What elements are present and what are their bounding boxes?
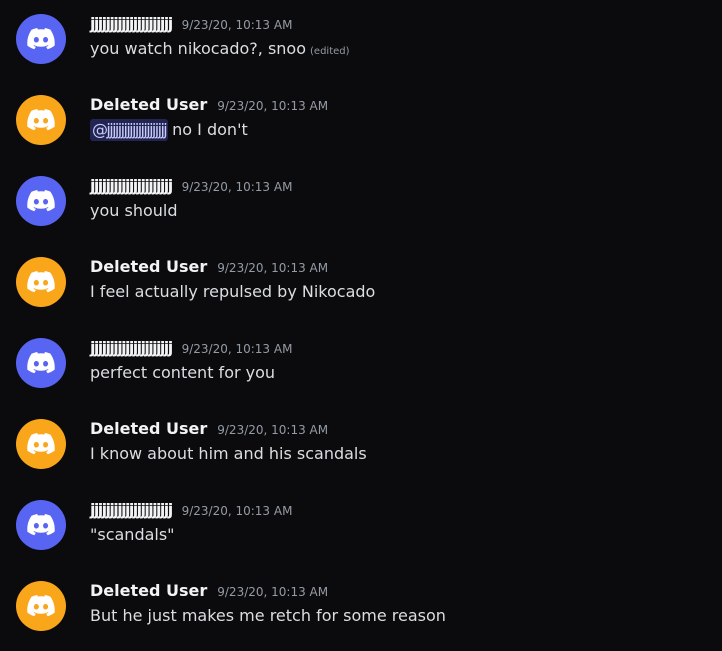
- message-text: I feel actually repulsed by Nikocado: [90, 282, 376, 301]
- message-header: jjjjjjjjjjjjjjjjjjjjj 9/23/20, 10:13 AM: [90, 176, 292, 198]
- message-text: you should: [90, 201, 178, 220]
- user-avatar[interactable]: [16, 581, 66, 631]
- author-name[interactable]: Deleted User: [90, 581, 207, 600]
- message-content: I know about him and his scandals: [90, 443, 367, 465]
- message-timestamp: 9/23/20, 10:13 AM: [181, 18, 293, 32]
- discord-logo-icon: [27, 433, 55, 455]
- author-name[interactable]: jjjjjjjjjjjjjjjjjjjjj: [90, 176, 173, 195]
- user-avatar[interactable]: [16, 500, 66, 550]
- message-timestamp: 9/23/20, 10:13 AM: [217, 585, 329, 599]
- user-avatar[interactable]: [16, 257, 66, 307]
- discord-logo-icon: [27, 28, 55, 50]
- chat-message-list: jjjjjjjjjjjjjjjjjjjjj 9/23/20, 10:13 AM …: [0, 0, 722, 647]
- message-header: jjjjjjjjjjjjjjjjjjjjj 9/23/20, 10:13 AM: [90, 14, 292, 36]
- message-timestamp: 9/23/20, 10:13 AM: [181, 180, 293, 194]
- discord-logo-icon: [27, 352, 55, 374]
- chat-message: Deleted User 9/23/20, 10:13 AM @jjjjjjjj…: [0, 95, 722, 165]
- user-avatar[interactable]: [16, 14, 66, 64]
- message-text: perfect content for you: [90, 363, 276, 382]
- message-timestamp: 9/23/20, 10:13 AM: [181, 342, 293, 356]
- author-name[interactable]: jjjjjjjjjjjjjjjjjjjjj: [90, 500, 173, 519]
- discord-logo-icon: [27, 109, 55, 131]
- message-content: perfect content for you: [90, 362, 275, 384]
- message-timestamp: 9/23/20, 10:13 AM: [217, 261, 329, 275]
- edited-indicator: (edited): [310, 46, 350, 57]
- message-header: jjjjjjjjjjjjjjjjjjjjj 9/23/20, 10:13 AM: [90, 500, 292, 522]
- message-content: I feel actually repulsed by Nikocado: [90, 281, 375, 303]
- message-content: "scandals": [90, 524, 175, 546]
- discord-logo-icon: [27, 271, 55, 293]
- discord-logo-icon: [27, 514, 55, 536]
- message-text: But he just makes me retch for some reas…: [90, 606, 446, 625]
- message-header: Deleted User 9/23/20, 10:13 AM: [90, 95, 328, 117]
- author-name[interactable]: Deleted User: [90, 257, 207, 276]
- message-header: Deleted User 9/23/20, 10:13 AM: [90, 257, 328, 279]
- chat-message: jjjjjjjjjjjjjjjjjjjjj 9/23/20, 10:13 AM …: [0, 176, 722, 246]
- message-text: I know about him and his scandals: [90, 444, 367, 463]
- chat-message: jjjjjjjjjjjjjjjjjjjjj 9/23/20, 10:13 AM …: [0, 338, 722, 408]
- author-name[interactable]: jjjjjjjjjjjjjjjjjjjjj: [90, 14, 173, 33]
- message-timestamp: 9/23/20, 10:13 AM: [217, 99, 329, 113]
- message-text: "scandals": [90, 525, 175, 544]
- chat-message: Deleted User 9/23/20, 10:13 AM I know ab…: [0, 419, 722, 489]
- message-text: no I don't: [172, 120, 248, 139]
- message-header: Deleted User 9/23/20, 10:13 AM: [90, 581, 328, 603]
- user-mention[interactable]: @jjjjjjjjjjjjjjjjjjjjj: [90, 119, 169, 141]
- message-timestamp: 9/23/20, 10:13 AM: [181, 504, 293, 518]
- message-content: you should: [90, 200, 178, 222]
- author-name[interactable]: Deleted User: [90, 95, 207, 114]
- message-header: Deleted User 9/23/20, 10:13 AM: [90, 419, 328, 441]
- message-text: you watch nikocado?, snoo: [90, 39, 307, 58]
- chat-message: jjjjjjjjjjjjjjjjjjjjj 9/23/20, 10:13 AM …: [0, 500, 722, 570]
- discord-logo-icon: [27, 595, 55, 617]
- chat-message: Deleted User 9/23/20, 10:13 AM But he ju…: [0, 581, 722, 651]
- message-content: you watch nikocado?, snoo (edited): [90, 38, 350, 63]
- user-avatar[interactable]: [16, 95, 66, 145]
- message-timestamp: 9/23/20, 10:13 AM: [217, 423, 329, 437]
- discord-logo-icon: [27, 190, 55, 212]
- message-header: jjjjjjjjjjjjjjjjjjjjj 9/23/20, 10:13 AM: [90, 338, 292, 360]
- user-avatar[interactable]: [16, 338, 66, 388]
- author-name[interactable]: Deleted User: [90, 419, 207, 438]
- user-avatar[interactable]: [16, 176, 66, 226]
- chat-message: Deleted User 9/23/20, 10:13 AM I feel ac…: [0, 257, 722, 327]
- message-content: But he just makes me retch for some reas…: [90, 605, 446, 627]
- message-content: @jjjjjjjjjjjjjjjjjjjjj no I don't: [90, 119, 248, 141]
- chat-message: jjjjjjjjjjjjjjjjjjjjj 9/23/20, 10:13 AM …: [0, 14, 722, 84]
- user-avatar[interactable]: [16, 419, 66, 469]
- author-name[interactable]: jjjjjjjjjjjjjjjjjjjjj: [90, 338, 173, 357]
